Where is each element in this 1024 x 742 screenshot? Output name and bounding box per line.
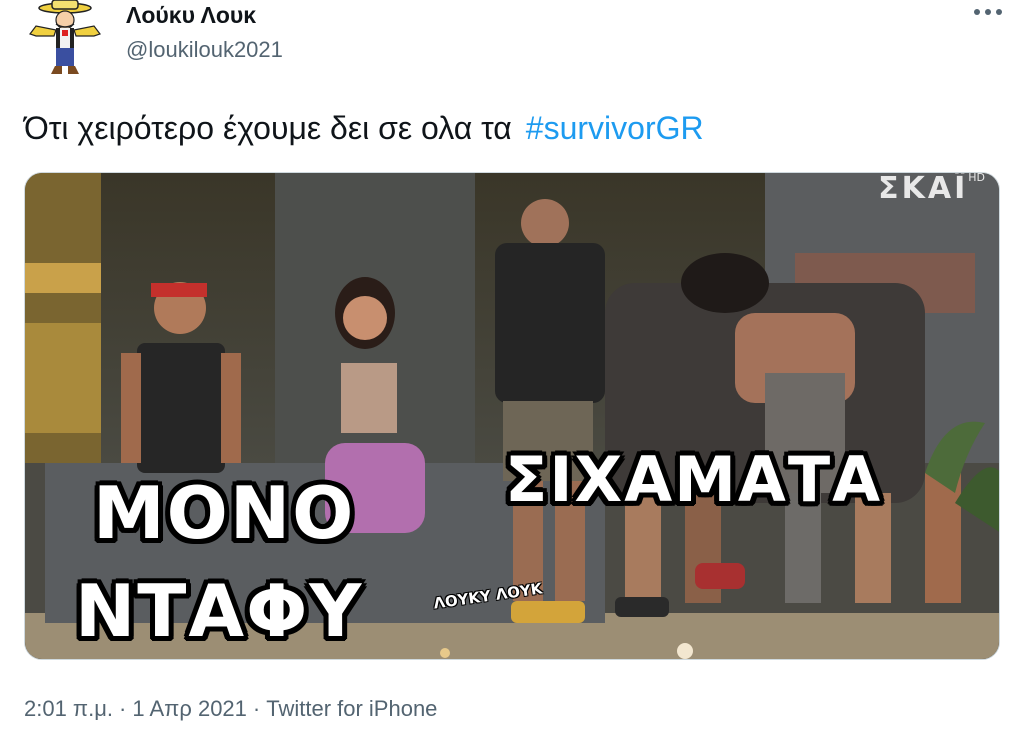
cowboy-avatar-icon [29,0,101,74]
tweet-meta: 2:01 π.μ. · 1 Απρ 2021 · Twitter for iPhone [24,696,437,722]
meme-caption-left-line2: ΝΤΑΦΥ [75,569,364,653]
more-options-icon[interactable] [968,2,1008,22]
tweet-media[interactable]: ΣΚΑΪHD ΜΟΝΟ ΝΤΑΦΥ ΣΙΧΑΜΑΤΑ ΛΟΥΚΥ ΛΟΥΚ [24,172,1000,660]
dot [985,9,991,15]
dot [996,9,1002,15]
meme-caption-left-line1: ΜΟΝΟ [93,471,356,555]
tweet-source[interactable]: Twitter for iPhone [266,696,437,721]
user-handle[interactable]: @loukilouk2021 [126,37,283,63]
tweet-body: Ότι χειρότερο έχουμε δει σε ολα τα [24,110,512,146]
tweet-date[interactable]: 1 Απρ 2021 [132,696,247,721]
avatar[interactable] [22,0,108,76]
dot [974,9,980,15]
channel-logo: ΣΚΑΪHD [878,172,985,206]
tweet-text: Ότι χειρότερο έχουμε δει σε ολα τα #survi… [24,110,704,147]
meta-separator: · [119,696,127,721]
meme-caption-right: ΣΙΧΑΜΑΤΑ [505,443,883,516]
meta-separator: · [252,696,261,721]
display-name[interactable]: Λούκυ Λουκ [126,2,256,29]
hashtag-link[interactable]: #survivorGR [526,110,704,146]
channel-logo-hd: HD [968,172,985,184]
tweet-time[interactable]: 2:01 π.μ. [24,696,113,721]
